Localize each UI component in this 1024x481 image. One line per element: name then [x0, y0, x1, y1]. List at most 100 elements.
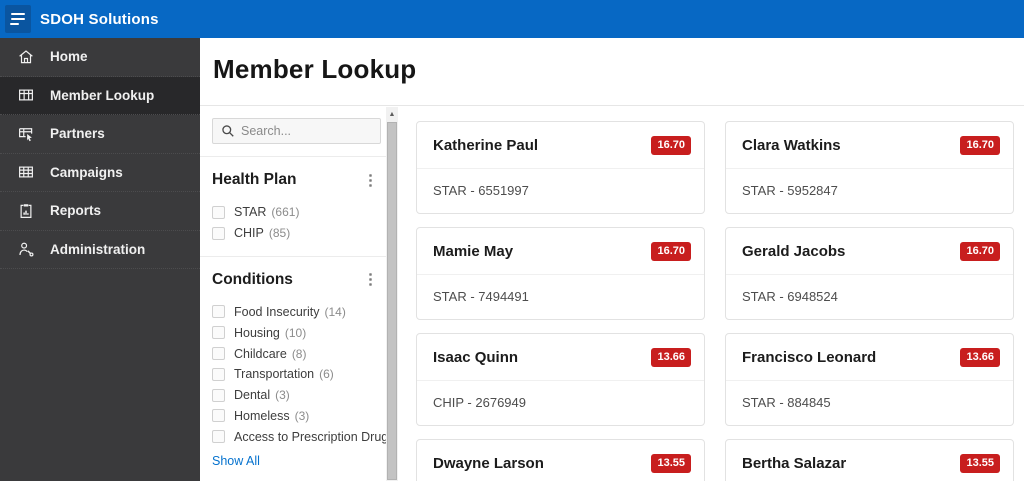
sidebar-item-label: Administration: [50, 241, 146, 257]
scrollbar-up-arrow-icon[interactable]: ▲: [386, 107, 398, 121]
grid-icon: [17, 86, 35, 104]
score-badge: 13.66: [960, 347, 1000, 367]
filter-option-transportation[interactable]: Transportation (6): [212, 364, 376, 385]
sidebar-item-reports[interactable]: Reports: [0, 192, 200, 231]
conditions-title: Conditions: [212, 270, 293, 288]
member-name: Bertha Salazar: [742, 454, 847, 472]
conditions-section: Conditions Food Insecurity (14) Housing …: [200, 271, 386, 448]
scrollbar-thumb[interactable]: [387, 122, 397, 480]
sidebar-item-campaigns[interactable]: Campaigns: [0, 154, 200, 192]
filter-option-access-to-prescription-drugs[interactable]: Access to Prescription Drugs (2): [212, 426, 386, 447]
sidebar-item-member-lookup[interactable]: Member Lookup: [0, 76, 200, 115]
checkbox[interactable]: [212, 430, 225, 444]
filter-scrollbar[interactable]: ▲: [386, 107, 398, 481]
member-name: Clara Watkins: [742, 136, 841, 154]
checkbox[interactable]: [212, 205, 225, 219]
score-badge: 13.55: [960, 453, 1000, 473]
sidebar-item-label: Campaigns: [50, 164, 123, 180]
home-icon: [17, 48, 35, 66]
checkbox[interactable]: [212, 409, 225, 423]
sidebar-item-partners[interactable]: Partners: [0, 115, 200, 154]
app-header: SDOH Solutions: [0, 0, 1024, 38]
kebab-menu-icon[interactable]: [365, 172, 376, 189]
filter-option-label: STAR: [234, 205, 267, 220]
filter-option-label: Food Insecurity: [234, 304, 320, 319]
search-box[interactable]: [212, 118, 381, 144]
sidebar-item-home[interactable]: Home: [0, 38, 200, 77]
filter-option-food-insecurity[interactable]: Food Insecurity (14): [212, 302, 376, 323]
score-badge: 13.66: [651, 347, 691, 367]
member-card[interactable]: Bertha Salazar 13.55: [725, 439, 1014, 481]
filter-option-count: (661): [271, 205, 300, 220]
checkbox[interactable]: [212, 305, 225, 319]
filter-option-count: (10): [284, 325, 307, 340]
member-plan: CHIP - 2676949: [433, 395, 526, 410]
member-card-grid: Katherine Paul 16.70 STAR - 6551997 Clar…: [416, 121, 1014, 481]
score-badge: 16.70: [960, 135, 1000, 155]
checkbox[interactable]: [212, 388, 225, 402]
member-card[interactable]: Francisco Leonard 13.66 STAR - 884845: [725, 333, 1014, 426]
filter-option-star[interactable]: STAR (661): [212, 202, 376, 223]
show-all-link[interactable]: Show All: [212, 454, 260, 468]
filter-panel: Health Plan STAR (661) CHIP (85) Conditi…: [200, 107, 386, 481]
member-plan: STAR - 7494491: [433, 289, 529, 304]
table-icon: [17, 163, 35, 181]
filter-option-homeless[interactable]: Homeless (3): [212, 406, 376, 427]
member-card[interactable]: Isaac Quinn 13.66 CHIP - 2676949: [416, 333, 705, 426]
member-name: Isaac Quinn: [433, 348, 519, 366]
member-card[interactable]: Katherine Paul 16.70 STAR - 6551997: [416, 121, 705, 214]
filter-option-count: (3): [275, 388, 290, 403]
filter-option-label: Transportation: [234, 367, 315, 382]
member-name: Mamie May: [433, 242, 514, 260]
filter-option-count: (85): [268, 226, 291, 241]
filter-option-dental[interactable]: Dental (3): [212, 385, 376, 406]
member-card[interactable]: Gerald Jacobs 16.70 STAR - 6948524: [725, 227, 1014, 320]
health-plan-section: Health Plan STAR (661) CHIP (85): [200, 171, 386, 244]
filter-option-count: (8): [291, 346, 307, 361]
filter-option-label: CHIP: [234, 226, 264, 241]
filter-option-housing[interactable]: Housing (10): [212, 322, 376, 343]
sidebar-item-label: Member Lookup: [50, 87, 155, 103]
filter-option-count: (3): [294, 408, 310, 423]
member-plan: STAR - 884845: [742, 395, 831, 410]
table-pointer-icon: [17, 125, 35, 143]
filter-option-chip[interactable]: CHIP (85): [212, 223, 376, 244]
page-title: Member Lookup: [213, 54, 417, 84]
member-name: Francisco Leonard: [742, 348, 877, 366]
score-badge: 13.55: [651, 453, 691, 473]
checkbox[interactable]: [212, 367, 225, 381]
filter-option-label: Dental: [234, 388, 271, 403]
filter-option-label: Homeless: [234, 408, 290, 423]
filter-option-label: Childcare: [234, 346, 287, 361]
filter-option-label: Access to Prescription Drugs: [234, 429, 386, 444]
score-badge: 16.70: [651, 241, 691, 261]
divider: [200, 255, 386, 257]
sidebar-item-label: Partners: [50, 126, 105, 142]
score-badge: 16.70: [960, 241, 1000, 261]
member-plan: STAR - 6948524: [742, 289, 838, 304]
member-name: Dwayne Larson: [433, 454, 544, 472]
user-wrench-icon: [17, 240, 35, 258]
checkbox[interactable]: [212, 326, 225, 340]
kebab-menu-icon[interactable]: [365, 271, 376, 288]
hamburger-icon: [11, 13, 25, 15]
search-icon: [222, 125, 234, 137]
filter-option-count: (6): [319, 367, 334, 382]
member-card[interactable]: Clara Watkins 16.70 STAR - 5952847: [725, 121, 1014, 214]
sidebar-item-administration[interactable]: Administration: [0, 231, 200, 269]
sidebar-item-label: Reports: [50, 203, 102, 219]
member-card[interactable]: Mamie May 16.70 STAR - 7494491: [416, 227, 705, 320]
score-badge: 16.70: [651, 135, 691, 155]
member-plan: STAR - 5952847: [742, 183, 838, 198]
filter-option-childcare[interactable]: Childcare (8): [212, 343, 376, 364]
member-name: Gerald Jacobs: [742, 242, 846, 260]
divider: [200, 156, 386, 157]
menu-toggle-button[interactable]: [5, 5, 31, 33]
checkbox[interactable]: [212, 347, 225, 361]
member-name: Katherine Paul: [433, 136, 539, 154]
checkbox[interactable]: [212, 226, 225, 240]
member-card[interactable]: Dwayne Larson 13.55: [416, 439, 705, 481]
filter-option-count: (14): [324, 304, 346, 319]
search-input[interactable]: [241, 124, 361, 138]
member-plan: STAR - 6551997: [433, 183, 529, 198]
